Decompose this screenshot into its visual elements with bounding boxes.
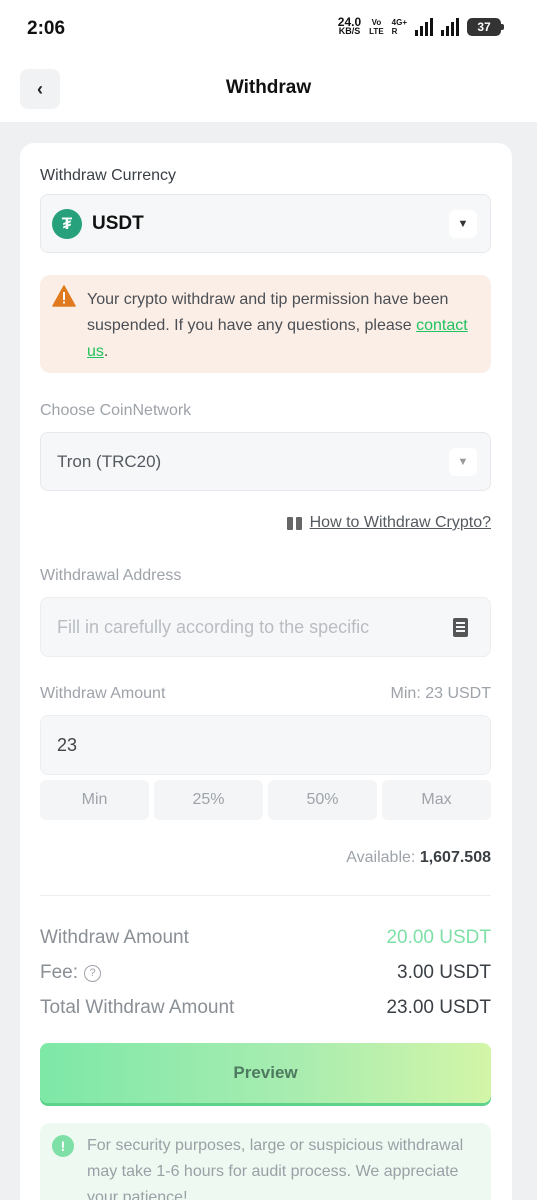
summary-withdraw-row: Withdraw Amount 20.00 USDT xyxy=(40,927,491,949)
address-placeholder: Fill in carefully according to the speci… xyxy=(57,616,370,637)
currency-select[interactable]: ₮ USDT ▼ xyxy=(40,194,491,253)
usdt-logo-icon: ₮ xyxy=(52,209,82,239)
amount-value: 23 xyxy=(57,734,78,755)
volte-indicator: Vo LTE xyxy=(369,18,384,36)
max-button[interactable]: Max xyxy=(382,780,491,820)
withdrawal-address-input[interactable]: Fill in carefully according to the speci… xyxy=(40,597,491,657)
amount-label: Withdraw Amount xyxy=(40,685,166,702)
summary-withdraw-label: Withdraw Amount xyxy=(40,927,189,948)
paste-icon[interactable] xyxy=(453,618,468,637)
battery-icon: 37 xyxy=(467,18,504,36)
network-roaming: R xyxy=(391,27,398,36)
network-type: 4G+ R xyxy=(392,18,407,36)
min-amount-label: Min: 23 USDT xyxy=(390,685,491,702)
currency-value: USDT xyxy=(92,213,144,234)
50-percent-button[interactable]: 50% xyxy=(268,780,377,820)
chevron-down-icon[interactable]: ▼ xyxy=(449,210,477,238)
security-info-text: For security purposes, large or suspicio… xyxy=(87,1137,464,1200)
how-to-withdraw-label: How to Withdraw Crypto? xyxy=(309,514,491,531)
withdraw-amount-input[interactable]: 23 xyxy=(40,715,491,775)
page-header: ‹ Withdraw xyxy=(0,56,537,122)
help-icon[interactable]: ? xyxy=(84,964,102,982)
quick-amount-buttons: Min 25% 50% Max xyxy=(40,780,491,820)
how-to-withdraw-link[interactable]: How to Withdraw Crypto? xyxy=(286,514,491,532)
fee-label: Fee: xyxy=(40,962,79,983)
network-speed: 24.0 KB/S xyxy=(338,16,361,36)
status-indicators: 24.0 KB/S Vo LTE 4G+ R 37 xyxy=(338,16,504,36)
warning-text: Your crypto withdraw and tip permission … xyxy=(87,287,482,365)
network-label: Choose CoinNetwork xyxy=(40,402,192,419)
network-select[interactable]: Tron (TRC20) ▼ xyxy=(40,432,491,491)
warning-message: Your crypto withdraw and tip permission … xyxy=(87,291,449,334)
preview-button[interactable]: Preview xyxy=(40,1043,491,1103)
fee-value: 3.00 USDT xyxy=(397,962,491,983)
warning-icon xyxy=(52,285,76,307)
available-value: 1,607.508 xyxy=(419,849,491,866)
total-value: 23.00 USDT xyxy=(386,997,491,1018)
warning-suffix: . xyxy=(103,343,109,360)
network-value: Tron (TRC20) xyxy=(57,452,162,471)
volte-bottom: LTE xyxy=(369,27,384,36)
fee-label-wrap: Fee:? xyxy=(40,962,102,984)
security-info: ! For security purposes, large or suspic… xyxy=(40,1123,491,1200)
withdraw-form-card: Withdraw Currency ₮ USDT ▼ Your crypto w… xyxy=(20,143,512,1200)
status-bar: 2:06 24.0 KB/S Vo LTE 4G+ R 37 xyxy=(0,0,537,56)
25-percent-button[interactable]: 25% xyxy=(154,780,263,820)
total-label: Total Withdraw Amount xyxy=(40,997,235,1018)
network-speed-unit: KB/S xyxy=(338,26,361,36)
info-icon: ! xyxy=(52,1135,74,1157)
signal-icon-2 xyxy=(441,18,459,36)
volte-top: Vo xyxy=(371,18,382,27)
currency-label: Withdraw Currency xyxy=(40,167,177,184)
status-time: 2:06 xyxy=(27,18,66,39)
available-balance: Available: 1,607.508 xyxy=(346,849,491,867)
suspension-warning: Your crypto withdraw and tip permission … xyxy=(40,275,491,373)
summary-withdraw-value: 20.00 USDT xyxy=(386,927,491,948)
address-label: Withdrawal Address xyxy=(40,567,182,584)
min-button[interactable]: Min xyxy=(40,780,149,820)
signal-icon xyxy=(415,18,433,36)
page-title: Withdraw xyxy=(225,77,312,98)
chevron-down-icon[interactable]: ▼ xyxy=(449,448,477,476)
summary-total-row: Total Withdraw Amount 23.00 USDT xyxy=(40,997,491,1019)
summary-fee-row: Fee:? 3.00 USDT xyxy=(40,962,491,984)
book-icon xyxy=(286,516,302,530)
available-label: Available: xyxy=(346,849,416,866)
network-type-label: 4G+ xyxy=(391,18,407,27)
divider xyxy=(40,895,491,896)
